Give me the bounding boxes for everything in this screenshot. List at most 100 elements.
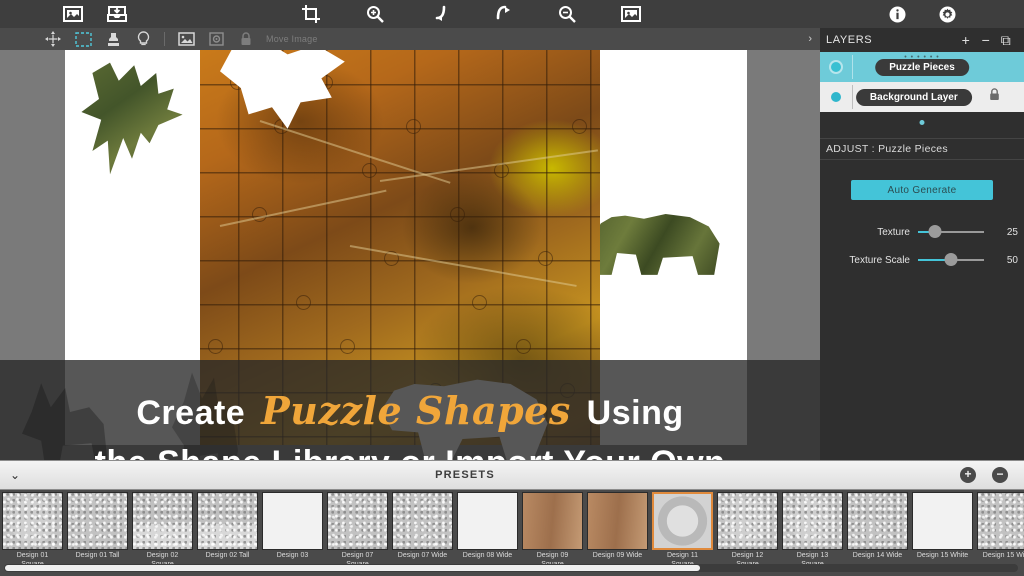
bear-shape-artwork[interactable]: [592, 214, 720, 275]
preset-thumbnail[interactable]: [977, 492, 1024, 550]
slider-knob[interactable]: [928, 225, 941, 238]
preset-thumbnail[interactable]: [912, 492, 973, 550]
preset-item[interactable]: Design 14 Wide: [845, 490, 910, 561]
sub-toolbar-tools: Move Image: [0, 29, 318, 49]
preset-item[interactable]: Design 03: [260, 490, 325, 561]
settings-icon[interactable]: [936, 3, 958, 25]
remove-preset-button[interactable]: −: [992, 467, 1008, 483]
preset-thumbnail[interactable]: [522, 492, 583, 550]
top-toolbar: [0, 0, 1024, 28]
canvas-area[interactable]: Create Puzzle Shapes Using the Shape Lib…: [0, 50, 820, 460]
zoom-out-icon[interactable]: [556, 3, 578, 25]
preset-thumbnail[interactable]: [652, 492, 713, 550]
target-tool-icon[interactable]: [201, 29, 231, 49]
preset-item[interactable]: Design 08 Wide: [455, 490, 520, 561]
slider-track[interactable]: [918, 225, 984, 238]
presets-bar: ⌄ PRESETS + −: [0, 460, 1024, 490]
preset-item[interactable]: Design 11 Square: [650, 490, 715, 569]
duplicate-layer-icon[interactable]: ⧉: [996, 32, 1016, 49]
overlay-text-post: Using: [586, 394, 684, 432]
preset-thumbnail[interactable]: [457, 492, 518, 550]
panel-expand-chevron-icon[interactable]: ›: [808, 33, 812, 45]
preset-item[interactable]: Design 13 Square: [780, 490, 845, 569]
preset-item[interactable]: Design 07 Square: [325, 490, 390, 569]
adjust-panel-title: ADJUST : Puzzle Pieces: [820, 138, 1024, 160]
layer-name-label[interactable]: Background Layer: [855, 88, 972, 106]
stamp-tool-icon[interactable]: [98, 29, 128, 49]
crop-icon[interactable]: [300, 3, 322, 25]
import-image-icon[interactable]: [106, 3, 128, 25]
slider-value: 25: [1006, 226, 1018, 238]
remove-layer-button[interactable]: −: [976, 32, 996, 48]
layer-lock-icon[interactable]: [989, 88, 1000, 106]
preset-label: Design 01 Tall: [75, 552, 120, 559]
slider-texture[interactable]: Texture 25: [820, 218, 1024, 246]
info-icon[interactable]: [886, 3, 908, 25]
marquee-select-tool-icon[interactable]: [68, 29, 98, 49]
toolbar-separator: [164, 32, 165, 46]
move-tool-icon[interactable]: [38, 29, 68, 49]
preset-item[interactable]: Design 15 White: [910, 490, 975, 561]
preset-thumbnail[interactable]: [262, 492, 323, 550]
place-image-tool-icon[interactable]: [171, 29, 201, 49]
lock-icon: [231, 29, 261, 49]
layer-row-divider: [852, 85, 853, 109]
preset-thumbnail[interactable]: [197, 492, 258, 550]
overlay-text-pre: Create: [136, 394, 246, 432]
preset-thumbnail[interactable]: [2, 492, 63, 550]
preset-item[interactable]: Design 01 Tall: [65, 490, 130, 561]
presets-title: PRESETS: [435, 469, 495, 481]
preset-label: Design 15 White: [916, 552, 969, 559]
preset-thumbnail[interactable]: [67, 492, 128, 550]
light-bulb-tool-icon[interactable]: [128, 29, 158, 49]
preset-texture: [68, 493, 127, 549]
preset-label: Design 07 Wide: [397, 552, 448, 559]
preset-item[interactable]: Design 09 Wide: [585, 490, 650, 561]
adjust-sliders: Texture 25 Texture Scale 50: [820, 218, 1024, 274]
preset-item[interactable]: Design 15 Wide: [975, 490, 1024, 561]
zoom-in-icon[interactable]: [364, 3, 386, 25]
preset-item[interactable]: Design 07 Wide: [390, 490, 455, 561]
presets-strip[interactable]: Design 01 Square Design 01 Tall Design 02 …: [0, 490, 1024, 576]
preset-item[interactable]: Design 01 Square: [0, 490, 65, 569]
bird-shape-artwork[interactable]: [81, 62, 183, 175]
top-toolbar-left-group: [0, 3, 128, 25]
preset-texture: [328, 493, 387, 549]
move-image-label: Move Image: [266, 34, 318, 44]
preset-label: Design 08 Wide: [462, 552, 513, 559]
preset-thumbnail[interactable]: [847, 492, 908, 550]
preset-thumbnail[interactable]: [587, 492, 648, 550]
layer-row-puzzle-pieces[interactable]: • • • • • • Puzzle Pieces: [820, 52, 1024, 82]
preset-item[interactable]: Design 09 Square: [520, 490, 585, 569]
auto-generate-button[interactable]: Auto Generate: [851, 180, 993, 200]
preset-thumbnail[interactable]: [717, 492, 778, 550]
layers-title: LAYERS: [826, 34, 873, 46]
image-frame-icon[interactable]: [620, 3, 642, 25]
add-preset-button[interactable]: +: [960, 467, 976, 483]
preset-thumbnail[interactable]: [327, 492, 388, 550]
layer-row-background[interactable]: Background Layer: [820, 82, 1024, 112]
preset-item[interactable]: Design 02 Square: [130, 490, 195, 569]
slider-track[interactable]: [918, 253, 984, 266]
preset-label: Design 15 Wide: [982, 552, 1024, 559]
undo-icon[interactable]: [428, 3, 450, 25]
slider-knob[interactable]: [944, 253, 958, 266]
presets-scrollbar[interactable]: [4, 564, 1018, 572]
slider-texture-scale[interactable]: Texture Scale 50: [820, 246, 1024, 274]
layer-visibility-toggle[interactable]: [831, 62, 841, 72]
presets-buttons: + −: [960, 467, 1024, 483]
preset-item[interactable]: Design 02 Tall: [195, 490, 260, 561]
preset-texture: [393, 493, 452, 549]
preset-thumbnail[interactable]: [132, 492, 193, 550]
preset-thumbnail[interactable]: [392, 492, 453, 550]
panel-resize-dot[interactable]: [919, 120, 925, 125]
preset-thumbnail[interactable]: [782, 492, 843, 550]
image-placeholder-icon[interactable]: [62, 3, 84, 25]
redo-icon[interactable]: [492, 3, 514, 25]
presets-scrollbar-thumb[interactable]: [5, 565, 700, 571]
presets-list: Design 01 Square Design 01 Tall Design 02 …: [0, 490, 1024, 568]
layer-name-label[interactable]: Puzzle Pieces: [875, 58, 969, 76]
add-layer-button[interactable]: +: [956, 32, 976, 48]
layer-visibility-toggle[interactable]: [831, 92, 841, 102]
preset-item[interactable]: Design 12 Square: [715, 490, 780, 569]
